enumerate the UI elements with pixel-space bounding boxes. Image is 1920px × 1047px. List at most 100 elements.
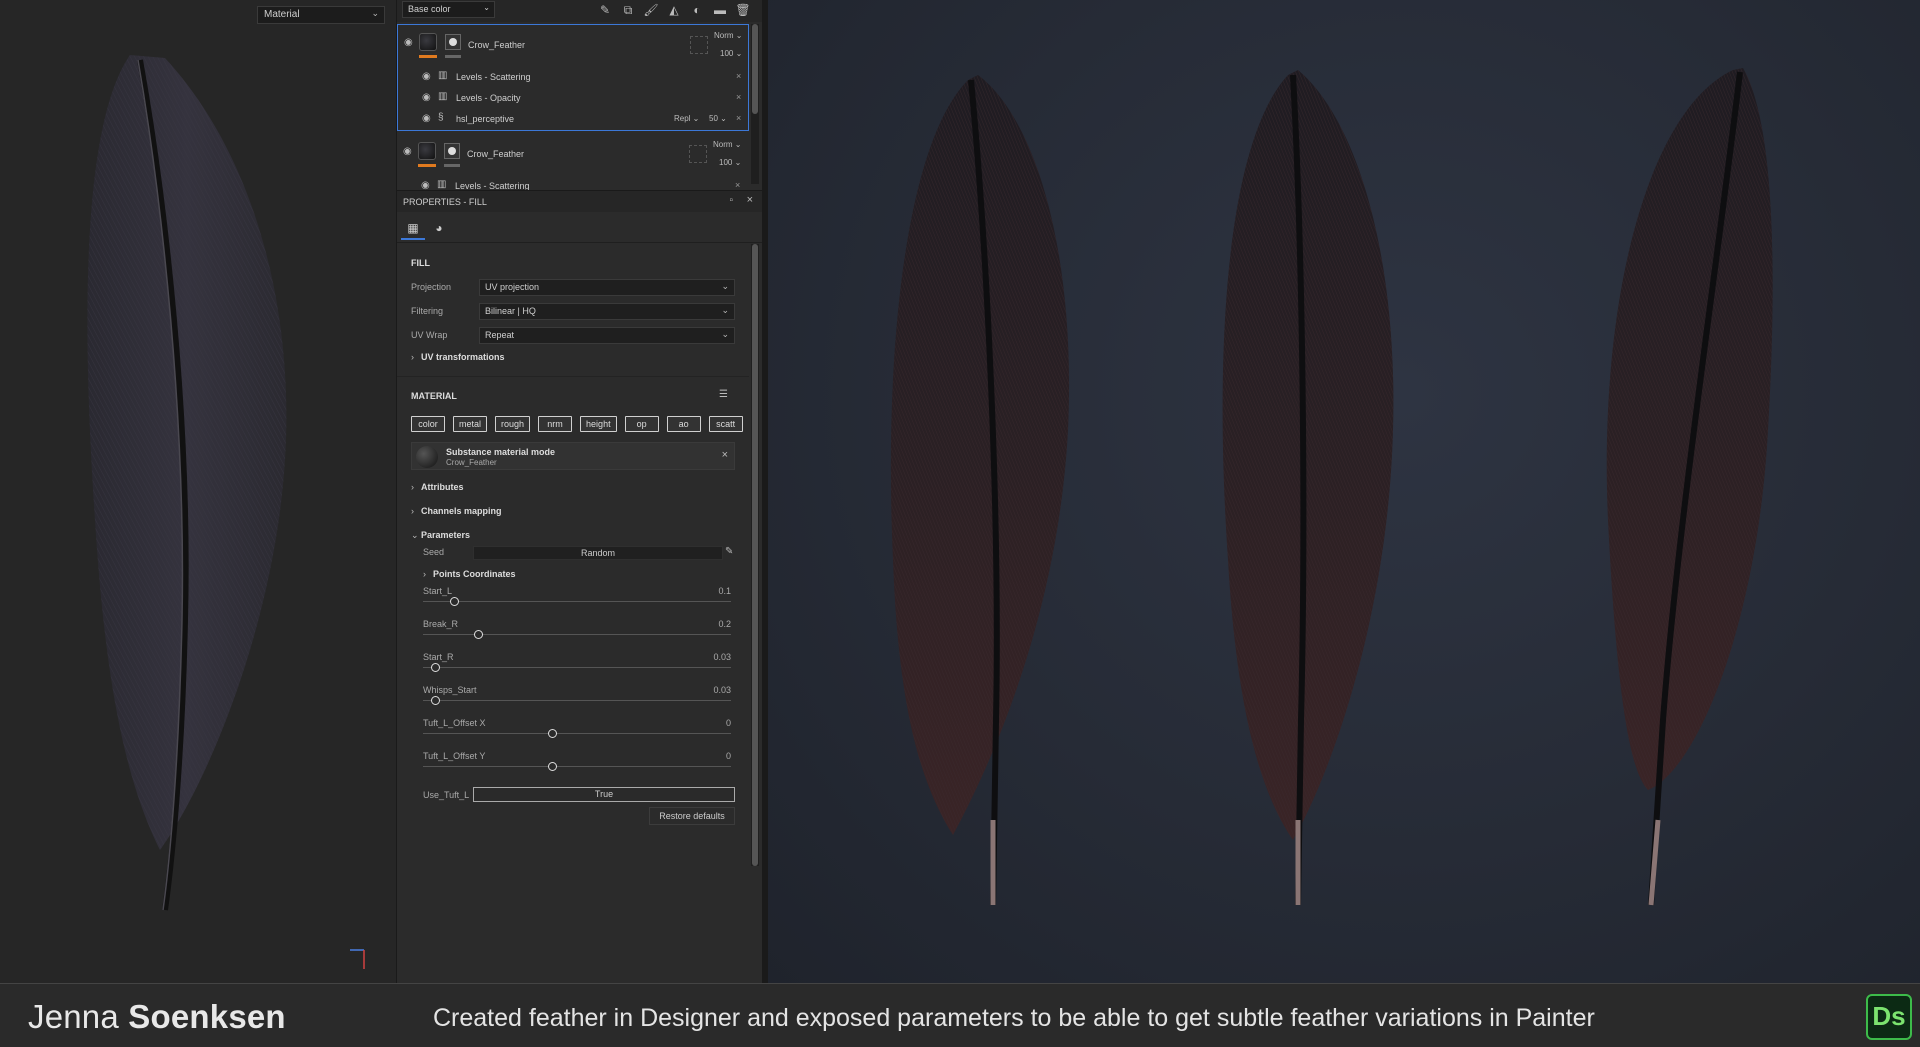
channel-toggle-height[interactable]: height bbox=[580, 416, 617, 432]
layer-mask-placeholder bbox=[690, 36, 708, 54]
mask-icon[interactable] bbox=[445, 34, 461, 50]
filtering-select[interactable]: Bilinear | HQ ⌄ bbox=[479, 303, 735, 320]
chevron-right-icon: › bbox=[423, 569, 426, 579]
effect-blend-mode[interactable]: Repl ⌄ bbox=[674, 114, 699, 123]
viewport-channel-dropdown[interactable]: Material ⌄ bbox=[257, 6, 385, 24]
material-tab-icon[interactable]: ◕ bbox=[427, 216, 451, 240]
close-icon[interactable]: × bbox=[736, 113, 741, 123]
viewport-3d[interactable] bbox=[768, 0, 1920, 983]
channel-toggle-color[interactable]: color bbox=[411, 416, 445, 432]
slider-value[interactable]: 0.03 bbox=[713, 685, 731, 695]
slider-track[interactable] bbox=[423, 733, 731, 734]
scrollbar-thumb[interactable] bbox=[752, 244, 758, 866]
effect-opacity[interactable]: 50 ⌄ bbox=[709, 114, 727, 123]
slider-track[interactable] bbox=[423, 700, 731, 701]
material-menu-icon[interactable]: ☰ bbox=[719, 389, 728, 400]
channel-toggle-rough[interactable]: rough bbox=[495, 416, 531, 432]
properties-scrollbar[interactable] bbox=[751, 244, 759, 866]
slider-handle[interactable] bbox=[548, 729, 558, 738]
slider-value[interactable]: 0.03 bbox=[713, 652, 731, 662]
layer-row[interactable]: ◉ Crow_Feather Norm ⌄ 100 ⌄ bbox=[398, 25, 748, 67]
scrollbar-thumb[interactable] bbox=[752, 24, 758, 114]
channel-toggle-metal[interactable]: metal bbox=[453, 416, 488, 432]
seed-random-button[interactable]: Random bbox=[473, 546, 723, 560]
close-icon[interactable]: × bbox=[736, 92, 741, 102]
layer-opacity[interactable]: 100 ⌄ bbox=[719, 158, 741, 167]
channel-toggle-nrm[interactable]: nrm bbox=[538, 416, 573, 432]
parameters-expander[interactable]: ⌄ Parameters bbox=[411, 530, 470, 541]
effect-row[interactable]: ◉ § hsl_perceptive Repl ⌄ 50 ⌄ × bbox=[398, 109, 748, 130]
uvwrap-select[interactable]: Repeat ⌄ bbox=[479, 327, 735, 344]
slider-track[interactable] bbox=[423, 766, 731, 767]
fill-properties-tab-icon[interactable]: ▦ bbox=[401, 216, 425, 240]
slider-track[interactable] bbox=[423, 634, 731, 635]
slider-value[interactable]: 0 bbox=[726, 751, 731, 761]
add-effect-icon[interactable]: ✎ bbox=[597, 2, 613, 18]
mask-bar bbox=[444, 164, 460, 167]
close-icon[interactable]: × bbox=[747, 194, 753, 206]
blend-mode[interactable]: Norm ⌄ bbox=[714, 31, 743, 40]
slider-value[interactable]: 0.2 bbox=[718, 619, 731, 629]
eye-icon[interactable]: ◉ bbox=[403, 146, 415, 158]
substance-material-card[interactable]: Substance material mode Crow_Feather × bbox=[411, 442, 735, 470]
author-last-name: Soenksen bbox=[128, 998, 286, 1035]
blend-mode[interactable]: Norm ⌄ bbox=[713, 140, 742, 149]
layer-thumbnail bbox=[419, 33, 437, 51]
layer-opacity[interactable]: 100 ⌄ bbox=[720, 49, 742, 58]
slider-value[interactable]: 0 bbox=[726, 718, 731, 728]
slider-handle[interactable] bbox=[449, 597, 459, 606]
slider-handle[interactable] bbox=[431, 663, 441, 672]
material-name: Crow_Feather bbox=[446, 458, 497, 467]
slider-handle[interactable] bbox=[548, 762, 558, 771]
close-icon[interactable]: × bbox=[736, 71, 741, 81]
eye-icon[interactable]: ◉ bbox=[404, 37, 416, 49]
layers-scrollbar[interactable] bbox=[751, 24, 759, 184]
use-tuft-toggle[interactable]: True bbox=[473, 787, 735, 802]
effect-name: Levels - Opacity bbox=[456, 93, 521, 103]
slider-track[interactable] bbox=[423, 601, 731, 602]
restore-defaults-button[interactable]: Restore defaults bbox=[649, 807, 735, 825]
channel-toggle-scatt[interactable]: scatt bbox=[708, 416, 743, 432]
edit-pencil-icon[interactable]: ✎ bbox=[725, 546, 733, 557]
viewport-2d[interactable]: Material ⌄ bbox=[0, 0, 396, 983]
layer-channel-dropdown[interactable]: Base color ⌄ bbox=[402, 1, 495, 18]
slider-handle[interactable] bbox=[431, 696, 441, 705]
effect-row[interactable]: ◉ ▥ Levels - Opacity × bbox=[398, 88, 748, 109]
layer-group[interactable]: ◉ Crow_Feather Norm ⌄ 100 ⌄ ◉ ▥ Levels -… bbox=[397, 134, 749, 197]
add-mask-icon[interactable]: ⧉ bbox=[620, 2, 636, 18]
axis-gizmo-icon bbox=[350, 949, 365, 969]
layer-name: Crow_Feather bbox=[468, 40, 526, 50]
slider-value[interactable]: 0.1 bbox=[718, 586, 731, 596]
add-smart-material-icon[interactable]: ◐ bbox=[689, 2, 705, 18]
points-coordinates-expander[interactable]: › Points Coordinates bbox=[423, 569, 516, 579]
chevron-right-icon: › bbox=[411, 506, 414, 516]
delete-layer-icon[interactable]: 🗑 bbox=[735, 2, 751, 18]
close-icon[interactable]: × bbox=[722, 449, 728, 461]
layer-color-bar bbox=[419, 55, 437, 58]
uv-transformations-expander[interactable]: › UV transformations bbox=[411, 352, 505, 362]
channel-toggle-ao[interactable]: ao bbox=[666, 416, 701, 432]
eye-icon[interactable]: ◉ bbox=[422, 92, 434, 104]
layer-row[interactable]: ◉ Crow_Feather Norm ⌄ 100 ⌄ bbox=[397, 134, 749, 176]
undock-icon[interactable]: ▫ bbox=[729, 195, 733, 206]
attributes-expander[interactable]: › Attributes bbox=[411, 482, 464, 492]
seed-label: Seed bbox=[423, 547, 445, 557]
slider-label: Start_L bbox=[423, 586, 453, 596]
filter-icon: § bbox=[438, 112, 444, 123]
projection-label: Projection bbox=[411, 282, 452, 292]
layer-group-selected[interactable]: ◉ Crow_Feather Norm ⌄ 100 ⌄ ◉ ▥ Levels -… bbox=[397, 24, 749, 131]
add-fill-layer-icon[interactable]: ◭ bbox=[666, 2, 682, 18]
eye-icon[interactable]: ◉ bbox=[422, 113, 434, 125]
eye-icon[interactable]: ◉ bbox=[422, 71, 434, 83]
close-icon[interactable]: × bbox=[735, 180, 740, 190]
add-folder-icon[interactable]: ▬ bbox=[712, 2, 728, 18]
projection-select[interactable]: UV projection ⌄ bbox=[479, 279, 735, 296]
slider-track[interactable] bbox=[423, 667, 731, 668]
channels-mapping-expander[interactable]: › Channels mapping bbox=[411, 506, 502, 516]
channel-toggle-op[interactable]: op bbox=[624, 416, 659, 432]
mask-icon[interactable] bbox=[444, 143, 460, 159]
properties-title: PROPERTIES - FILL bbox=[403, 197, 487, 207]
add-paint-layer-icon[interactable]: 🖌 bbox=[643, 2, 659, 18]
slider-handle[interactable] bbox=[474, 630, 484, 639]
effect-row[interactable]: ◉ ▥ Levels - Scattering × bbox=[398, 67, 748, 88]
